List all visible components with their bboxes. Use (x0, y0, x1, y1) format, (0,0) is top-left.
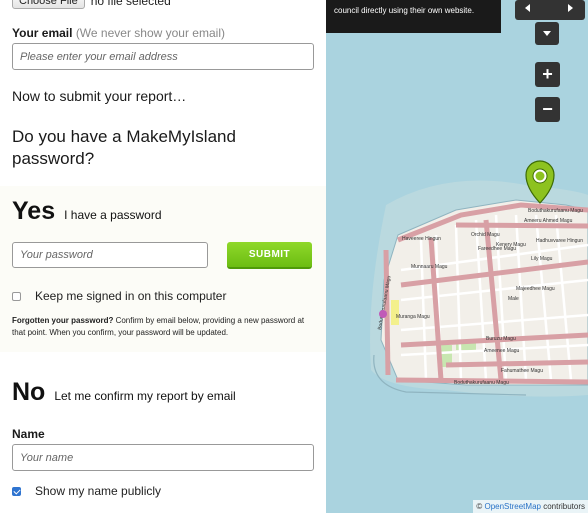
street-kenery: Kenery Magu (496, 242, 526, 248)
street-lily: Lily Magu (531, 256, 553, 262)
street-boduthakurufaanu-top: Boduthakurufaanu Magu (528, 208, 583, 214)
show-name-row[interactable]: Show my name publicly (12, 484, 161, 498)
map-info-note: council directly using their own website… (326, 0, 501, 33)
email-field[interactable] (12, 43, 314, 70)
email-hint: (We never show your email) (75, 26, 225, 40)
keep-signed-in-row[interactable]: Keep me signed in on this computer (12, 289, 226, 303)
place-male: Male (508, 296, 519, 302)
forgot-password-note: Forgotten your password? Confirm by emai… (12, 315, 312, 339)
pan-control (513, 0, 588, 46)
pan-down-icon (543, 31, 551, 36)
yellow-block (391, 300, 399, 325)
name-label: Name (12, 427, 45, 441)
submit-intro-text: Now to submit your report… (12, 88, 187, 104)
pan-left-icon[interactable] (525, 4, 530, 12)
show-name-label: Show my name publicly (35, 484, 162, 498)
report-form-panel: Choose File no file selected Your email … (0, 0, 326, 513)
password-field[interactable] (12, 242, 208, 268)
password-section: Yes I have a password SUBMIT Keep me sig… (0, 186, 326, 352)
keep-signed-in-checkbox[interactable] (12, 291, 21, 301)
forgot-password-title: Forgotten your password? (12, 316, 114, 325)
yes-heading: Yes I have a password (12, 197, 162, 226)
choose-file-button[interactable]: Choose File (12, 0, 85, 9)
file-status: no file selected (90, 0, 171, 8)
file-upload-row: Choose File no file selected (12, 0, 171, 9)
zoom-in-button[interactable]: + (535, 62, 560, 87)
zoom-out-button[interactable]: − (535, 97, 560, 122)
email-label-text: Your email (12, 26, 73, 40)
street-boduthakurufaanu-bottom: Boduthakurufaanu Magu (454, 380, 509, 386)
attribution-suffix: contributors (543, 502, 585, 511)
street-ameeru-ahmed: Ameeru Ahmed Magu (524, 218, 573, 224)
street-ameenee: Ameenee Magu (484, 348, 520, 354)
show-name-checkbox[interactable] (12, 486, 21, 496)
password-question: Do you have a MakeMyIsland password? (12, 127, 236, 168)
yes-subtitle: I have a password (64, 208, 162, 222)
street-orchid: Orchid Magu (471, 232, 500, 238)
pan-right-icon[interactable] (568, 4, 573, 12)
name-field[interactable] (12, 444, 314, 471)
no-subtitle: Let me confirm my report by email (54, 389, 236, 403)
poi-icon (379, 310, 387, 318)
map-attribution: © OpenStreetMap contributors (473, 500, 588, 513)
street-munnaaru: Munnaaru Magu (411, 264, 448, 270)
openstreetmap-link[interactable]: OpenStreetMap (484, 502, 540, 511)
street-buruzu: Buruzu Magu (486, 336, 516, 342)
no-title: No (12, 378, 46, 406)
yes-title: Yes (12, 197, 56, 225)
keep-signed-in-label: Keep me signed in on this computer (35, 289, 227, 303)
email-label: Your email (We never show your email) (12, 26, 225, 40)
street-majeedhee: Majeedhee Magu (516, 286, 555, 292)
submit-button[interactable]: SUBMIT (227, 242, 312, 269)
street-muranga: Muranga Magu (396, 314, 430, 320)
street-hadhuvvaree: Hadhuvvaree Hingun (536, 238, 583, 244)
map-panel[interactable]: Boduthakurufaanu Magu Ameeru Ahmed Magu … (326, 0, 588, 513)
attribution-prefix: © (476, 502, 483, 511)
street-haveeree: Haveeree Hingun (402, 236, 441, 242)
no-heading: No Let me confirm my report by email (12, 378, 236, 407)
street-fahumathee: Fahumathee Magu (501, 368, 543, 374)
